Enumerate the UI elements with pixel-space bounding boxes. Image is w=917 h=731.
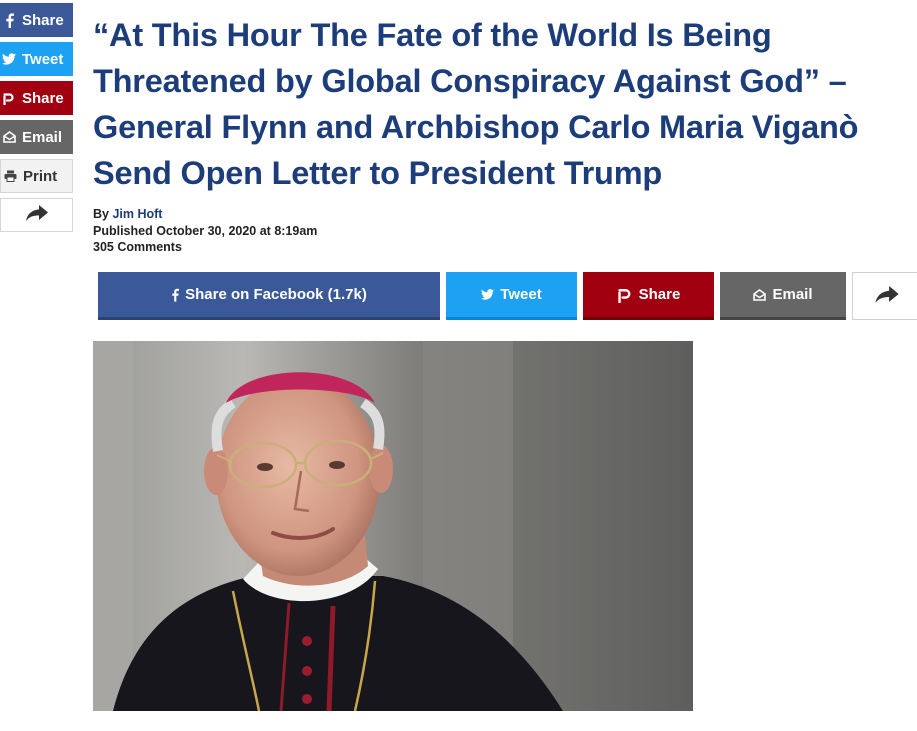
envelope-icon <box>753 288 767 301</box>
side-share-facebook-label: Share <box>22 11 64 29</box>
printer-icon <box>1 170 19 182</box>
side-tweet-label: Tweet <box>22 50 64 68</box>
email-button[interactable]: Email <box>720 272 846 320</box>
twitter-icon <box>481 289 495 300</box>
side-email-button[interactable]: Email <box>0 120 73 154</box>
email-label: Email <box>772 286 813 303</box>
by-prefix: By <box>93 207 109 221</box>
facebook-icon <box>0 12 18 28</box>
parler-icon <box>0 91 18 105</box>
article-headline: “At This Hour The Fate of the World Is B… <box>93 17 859 191</box>
more-share-button[interactable] <box>852 272 917 320</box>
share-parler-label: Share <box>638 286 681 303</box>
tweet-button[interactable]: Tweet <box>446 272 577 320</box>
author-link[interactable]: Jim Hoft <box>112 207 162 221</box>
article-photo <box>93 341 693 711</box>
floating-share-bar: Share Tweet Share Email Print <box>0 0 73 237</box>
share-parler-button[interactable]: Share <box>583 272 714 320</box>
side-tweet-button[interactable]: Tweet <box>0 42 73 76</box>
tweet-label: Tweet <box>500 286 542 303</box>
author-line: By Jim Hoft <box>93 206 317 223</box>
side-email-label: Email <box>22 128 63 146</box>
comments-count-link[interactable]: 305 Comments <box>93 239 317 256</box>
parler-icon <box>617 286 633 303</box>
side-more-share-button[interactable] <box>0 198 73 232</box>
share-arrow-icon <box>25 204 49 226</box>
side-share-parler-label: Share <box>22 89 64 107</box>
twitter-icon <box>0 53 18 65</box>
article-byline: By Jim Hoft Published October 30, 2020 a… <box>93 206 317 256</box>
side-print-button[interactable]: Print <box>0 159 73 193</box>
side-share-parler-button[interactable]: Share <box>0 81 73 115</box>
archbishop-portrait-image <box>93 341 693 711</box>
side-print-label: Print <box>23 167 58 185</box>
published-date: Published October 30, 2020 at 8:19am <box>93 223 318 238</box>
share-facebook-button[interactable]: Share on Facebook (1.7k) <box>98 272 440 320</box>
envelope-icon <box>0 131 18 143</box>
facebook-icon <box>171 288 180 302</box>
share-arrow-icon <box>874 285 900 308</box>
side-share-facebook-button[interactable]: Share <box>0 3 73 37</box>
share-facebook-label: Share on Facebook (1.7k) <box>185 286 367 303</box>
